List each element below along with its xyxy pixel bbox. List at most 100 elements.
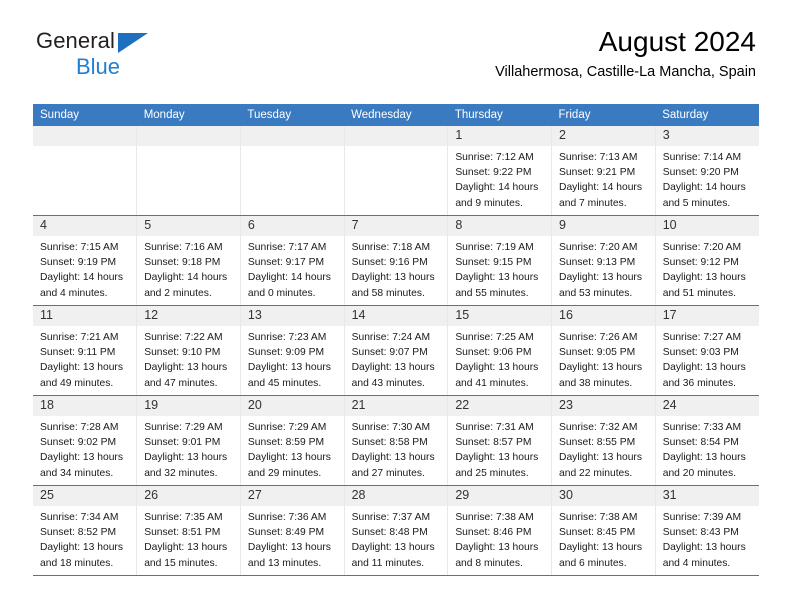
calendar-day-cell[interactable]: 24 Sunrise: 7:33 AM Sunset: 8:54 PM Dayligh… [655, 395, 759, 486]
day-cell-inner: 15 Sunrise: 7:25 AM Sunset: 9:06 PM Dayligh… [448, 306, 552, 395]
day-cell-inner: 7 Sunrise: 7:18 AM Sunset: 9:16 PM Daylight… [344, 216, 448, 305]
day-info-line: Sunrise: 7:37 AM [351, 512, 431, 524]
day-cell-inner: 18 Sunrise: 7:28 AM Sunset: 9:02 PM Dayligh… [33, 396, 137, 485]
day-cell-inner: 9 Sunrise: 7:20 AM Sunset: 9:13 PM Daylight… [552, 216, 655, 305]
day-sun-info: Sunrise: 7:37 AM Sunset: 8:48 PM Daylight:… [345, 506, 448, 571]
day-sun-info: Sunrise: 7:30 AM Sunset: 8:58 PM Daylight:… [345, 416, 448, 481]
day-cell-inner: 6 Sunrise: 7:17 AM Sunset: 9:17 PM Daylight… [240, 216, 344, 305]
calendar-day-cell[interactable]: 6 Sunrise: 7:17 AM Sunset: 9:17 PM Daylight… [240, 215, 345, 306]
calendar-day-cell[interactable]: 31 Sunrise: 7:39 AM Sunset: 8:43 PM Dayligh… [655, 485, 759, 576]
day-info-line: Sunrise: 7:20 AM [559, 242, 638, 254]
day-sun-info: Sunrise: 7:33 AM Sunset: 8:54 PM Daylight:… [656, 416, 759, 481]
day-cell-inner: 12 Sunrise: 7:22 AM Sunset: 9:10 PM Dayligh… [137, 306, 240, 395]
day-sun-info: Sunrise: 7:16 AM Sunset: 9:18 PM Daylight:… [137, 236, 240, 301]
day-info-line: Sunrise: 7:16 AM [144, 242, 223, 254]
day-cell-inner: 21 Sunrise: 7:30 AM Sunset: 8:58 PM Dayligh… [344, 396, 448, 485]
day-info-line: and 22 minutes. [559, 467, 633, 479]
calendar-day-cell[interactable]: 15 Sunrise: 7:25 AM Sunset: 9:06 PM Dayligh… [447, 305, 553, 396]
calendar-day-cell[interactable]: 12 Sunrise: 7:22 AM Sunset: 9:10 PM Dayligh… [136, 305, 241, 396]
calendar-day-cell[interactable]: 3 Sunrise: 7:14 AM Sunset: 9:20 PM Daylight… [655, 126, 759, 216]
day-info-line: and 8 minutes. [455, 557, 523, 569]
calendar-day-cell[interactable]: 17 Sunrise: 7:27 AM Sunset: 9:03 PM Dayligh… [655, 305, 759, 396]
day-sun-info: Sunrise: 7:15 AM Sunset: 9:19 PM Daylight:… [33, 236, 136, 301]
weekday-header-thursday: Thursday [447, 104, 552, 126]
calendar-day-cell[interactable]: 18 Sunrise: 7:28 AM Sunset: 9:02 PM Dayligh… [33, 395, 138, 486]
calendar-day-cell[interactable]: 16 Sunrise: 7:26 AM Sunset: 9:05 PM Dayligh… [551, 305, 656, 396]
day-info-line: Daylight: 13 hours [40, 542, 123, 554]
day-info-line: Sunset: 8:55 PM [559, 437, 636, 449]
day-sun-info: Sunrise: 7:20 AM Sunset: 9:13 PM Daylight:… [552, 236, 655, 301]
calendar-day-cell[interactable]: 27 Sunrise: 7:36 AM Sunset: 8:49 PM Dayligh… [240, 485, 345, 576]
day-info-line: Sunset: 8:52 PM [40, 527, 117, 539]
calendar-day-cell[interactable]: 25 Sunrise: 7:34 AM Sunset: 8:52 PM Dayligh… [33, 485, 138, 576]
day-cell-inner: 13 Sunrise: 7:23 AM Sunset: 9:09 PM Dayligh… [240, 306, 344, 395]
day-info-line: Sunrise: 7:28 AM [40, 422, 119, 434]
day-info-line: and 58 minutes. [351, 287, 425, 299]
day-cell-inner: 16 Sunrise: 7:26 AM Sunset: 9:05 PM Dayligh… [552, 306, 655, 395]
day-cell-inner: 5 Sunrise: 7:16 AM Sunset: 9:18 PM Daylight… [137, 216, 240, 305]
day-info-line: Daylight: 14 hours [144, 272, 228, 284]
day-cell-inner: 10 Sunrise: 7:20 AM Sunset: 9:12 PM Dayligh… [655, 216, 759, 305]
day-info-line: Daylight: 13 hours [144, 452, 228, 464]
day-info-line: Sunset: 8:54 PM [662, 437, 739, 449]
day-info-line: Sunrise: 7:30 AM [351, 422, 431, 434]
day-info-line: Sunset: 8:57 PM [455, 437, 532, 449]
day-info-line: Daylight: 13 hours [455, 362, 539, 374]
day-info-line: Sunrise: 7:29 AM [144, 422, 223, 434]
day-cell-inner: 8 Sunrise: 7:19 AM Sunset: 9:15 PM Daylight… [448, 216, 552, 305]
calendar-day-cell[interactable]: 1 Sunrise: 7:12 AM Sunset: 9:22 PM Daylight… [447, 126, 553, 216]
day-info-line: Daylight: 13 hours [559, 272, 643, 284]
day-cell-inner: 28 Sunrise: 7:37 AM Sunset: 8:48 PM Dayligh… [344, 486, 448, 575]
day-number: 23 [552, 396, 655, 417]
day-sun-info: Sunrise: 7:13 AM Sunset: 9:21 PM Daylight:… [552, 146, 655, 211]
day-sun-info: Sunrise: 7:21 AM Sunset: 9:11 PM Daylight:… [33, 326, 136, 391]
calendar-day-cell[interactable]: 8 Sunrise: 7:19 AM Sunset: 9:15 PM Daylight… [447, 215, 553, 306]
day-info-line: and 32 minutes. [144, 467, 218, 479]
calendar-day-cell[interactable]: 28 Sunrise: 7:37 AM Sunset: 8:48 PM Dayligh… [344, 485, 449, 576]
day-sun-info: Sunrise: 7:38 AM Sunset: 8:46 PM Daylight:… [448, 506, 551, 571]
title-block: August 2024 Villahermosa, Castille-La Ma… [495, 26, 756, 80]
day-info-line: Sunrise: 7:20 AM [662, 242, 742, 254]
calendar-day-cell[interactable]: 29 Sunrise: 7:38 AM Sunset: 8:46 PM Dayligh… [447, 485, 553, 576]
day-number: 7 [344, 216, 448, 237]
calendar-day-cell[interactable]: 13 Sunrise: 7:23 AM Sunset: 9:09 PM Dayligh… [240, 305, 345, 396]
calendar-day-cell[interactable]: 9 Sunrise: 7:20 AM Sunset: 9:13 PM Daylight… [551, 215, 656, 306]
calendar-cell-empty [240, 126, 345, 216]
day-sun-info: Sunrise: 7:39 AM Sunset: 8:43 PM Daylight:… [656, 506, 759, 571]
day-info-line: Sunrise: 7:26 AM [559, 332, 638, 344]
calendar-day-cell[interactable]: 2 Sunrise: 7:13 AM Sunset: 9:21 PM Daylight… [551, 126, 656, 216]
calendar-day-cell[interactable]: 23 Sunrise: 7:32 AM Sunset: 8:55 PM Dayligh… [551, 395, 656, 486]
calendar-day-cell[interactable]: 19 Sunrise: 7:29 AM Sunset: 9:01 PM Dayligh… [136, 395, 241, 486]
calendar-day-cell[interactable]: 4 Sunrise: 7:15 AM Sunset: 9:19 PM Daylight… [33, 215, 138, 306]
calendar-day-cell[interactable]: 7 Sunrise: 7:18 AM Sunset: 9:16 PM Daylight… [344, 215, 449, 306]
calendar-day-cell[interactable]: 30 Sunrise: 7:38 AM Sunset: 8:45 PM Dayligh… [551, 485, 656, 576]
day-cell-inner: 22 Sunrise: 7:31 AM Sunset: 8:57 PM Dayligh… [448, 396, 552, 485]
calendar-day-cell[interactable]: 11 Sunrise: 7:21 AM Sunset: 9:11 PM Dayligh… [33, 305, 138, 396]
calendar-day-cell[interactable]: 26 Sunrise: 7:35 AM Sunset: 8:51 PM Dayligh… [136, 485, 241, 576]
day-info-line: Sunrise: 7:21 AM [40, 332, 119, 344]
day-info-line: Daylight: 13 hours [559, 542, 643, 554]
day-info-line: Sunrise: 7:25 AM [455, 332, 534, 344]
day-number: 2 [552, 126, 655, 147]
brand-logo[interactable]: General Blue [36, 30, 216, 82]
day-info-line: Daylight: 13 hours [351, 272, 435, 284]
day-info-line: and 36 minutes. [662, 377, 736, 389]
calendar-day-cell[interactable]: 14 Sunrise: 7:24 AM Sunset: 9:07 PM Dayligh… [344, 305, 449, 396]
calendar-day-cell[interactable]: 5 Sunrise: 7:16 AM Sunset: 9:18 PM Daylight… [136, 215, 241, 306]
day-cell-inner: 3 Sunrise: 7:14 AM Sunset: 9:20 PM Daylight… [655, 126, 759, 215]
day-info-line: Daylight: 14 hours [247, 272, 331, 284]
day-info-line: Sunset: 9:06 PM [455, 347, 532, 359]
calendar-day-cell[interactable]: 20 Sunrise: 7:29 AM Sunset: 8:59 PM Dayligh… [240, 395, 345, 486]
calendar-day-cell[interactable]: 22 Sunrise: 7:31 AM Sunset: 8:57 PM Dayligh… [447, 395, 553, 486]
day-cell-inner: 30 Sunrise: 7:38 AM Sunset: 8:45 PM Dayligh… [552, 486, 655, 575]
weekday-header-monday: Monday [136, 104, 241, 126]
calendar-day-cell[interactable]: 21 Sunrise: 7:30 AM Sunset: 8:58 PM Dayligh… [344, 395, 449, 486]
calendar-day-cell[interactable]: 10 Sunrise: 7:20 AM Sunset: 9:12 PM Dayligh… [655, 215, 759, 306]
day-info-line: Daylight: 13 hours [351, 452, 435, 464]
day-number [137, 126, 240, 146]
day-cell-inner: 19 Sunrise: 7:29 AM Sunset: 9:01 PM Dayligh… [137, 396, 240, 485]
day-info-line: Sunset: 8:58 PM [351, 437, 428, 449]
day-sun-info: Sunrise: 7:17 AM Sunset: 9:17 PM Daylight:… [241, 236, 344, 301]
weekday-header-wednesday: Wednesday [344, 104, 448, 126]
weekday-header-row: Sunday Monday Tuesday Wednesday Thursday… [33, 104, 759, 126]
